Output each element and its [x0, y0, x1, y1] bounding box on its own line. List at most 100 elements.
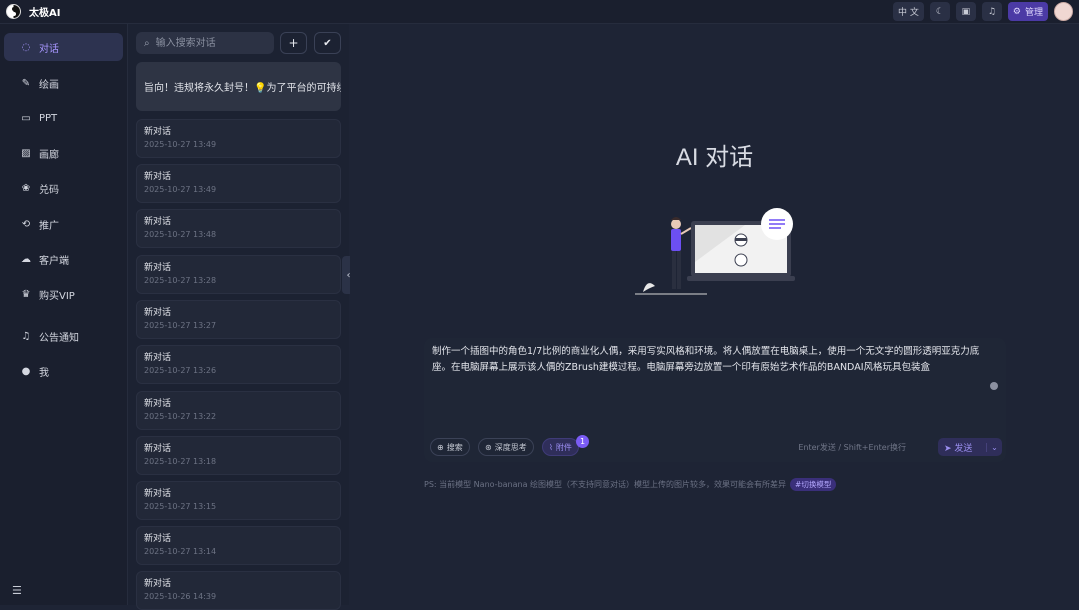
chat-icon: ◌: [21, 41, 31, 53]
list-item[interactable]: 新对话 2025-10-27 13:28: [136, 255, 341, 294]
sidebar-item-label: 购买VIP: [39, 290, 75, 302]
conversation-title: 新对话: [144, 217, 172, 227]
send-icon: ➤: [944, 443, 952, 454]
list-item[interactable]: 新对话 2025-10-27 13:49: [136, 164, 341, 203]
dark-mode-button[interactable]: ☾: [929, 2, 950, 21]
sidebar-nav: ◌ 对话 ✎ 绘画 ▭ PPT ▨ 画廊 ❀ 兑码 ⟲ 推广 ☁ 客户端 ♛ 购…: [0, 24, 128, 605]
conversation-date: 2025-10-27 13:18: [144, 457, 217, 466]
brand[interactable]: 太极AI: [0, 4, 60, 19]
list-item[interactable]: 新对话 2025-10-27 13:14: [136, 526, 341, 565]
conversation-title: 新对话: [144, 489, 172, 499]
sidebar-item-label: 对话: [39, 43, 59, 55]
attachment-label: 附件: [555, 442, 572, 452]
clear-icon[interactable]: [990, 382, 998, 390]
translate-button[interactable]: 中 文: [893, 2, 924, 21]
admin-label: 管理: [1024, 8, 1043, 18]
keyboard-hint: Enter发送 / Shift+Enter换行: [798, 443, 906, 452]
sidebar-item-me[interactable]: ● 我: [4, 357, 123, 385]
search-icon: ⌕: [144, 37, 150, 49]
sidebar-item-announcement[interactable]: ♫ 公告通知: [4, 322, 123, 350]
list-item[interactable]: 新对话 2025-10-26 14:39: [136, 571, 341, 610]
send-label: ➤ 发送: [938, 441, 986, 454]
conversation-date: 2025-10-27 13:48: [144, 230, 217, 239]
sidebar-item-ppt[interactable]: ▭ PPT: [4, 104, 123, 132]
conversation-title: 新对话: [144, 172, 172, 182]
gift-button[interactable]: ▣: [955, 2, 976, 21]
list-item[interactable]: 新对话 2025-10-27 13:27: [136, 300, 341, 339]
conversation-date: 2025-10-27 13:26: [144, 366, 217, 375]
notification-button[interactable]: ♫: [981, 2, 1002, 21]
globe-icon: ⊕: [437, 442, 444, 452]
conversation-date: 2025-10-27 13:14: [144, 547, 217, 556]
switch-model-link[interactable]: #切换模型: [790, 478, 837, 491]
model-footnote: PS: 当前模型 Nano-banana 绘图模型（不支持同意对话）模型上传的图…: [424, 478, 837, 491]
notice-banner: 旨向！违规将永久封号！💡为了平台的可持续: [136, 62, 341, 111]
sidebar-item-promote[interactable]: ⟲ 推广: [4, 210, 123, 238]
conversation-title: 新对话: [144, 444, 172, 454]
prompt-input-box[interactable]: 制作一个插图中的角色1/7比例的商业化人偶，采用写实风格和环境。将人偶放置在电脑…: [424, 338, 1006, 462]
chevron-down-icon[interactable]: ⌄: [986, 442, 1002, 452]
bell-icon: ♫: [21, 330, 31, 342]
gift-icon: ❀: [21, 182, 31, 194]
conversation-date: 2025-10-27 13:28: [144, 276, 217, 285]
sidebar-item-draw[interactable]: ✎ 绘画: [4, 69, 123, 97]
brain-icon: ⊛: [485, 442, 492, 452]
new-conversation-button[interactable]: +: [280, 32, 307, 54]
select-conversations-button[interactable]: ✔: [314, 32, 341, 54]
sidebar-item-label: 公告通知: [39, 332, 79, 344]
moon-icon: ☾: [935, 6, 944, 17]
cloud-icon: ☁: [21, 253, 31, 265]
list-item[interactable]: 新对话 2025-10-27 13:48: [136, 209, 341, 248]
prompt-textarea[interactable]: 制作一个插图中的角色1/7比例的商业化人偶，采用写实风格和环境。将人偶放置在电脑…: [432, 344, 988, 376]
footnote-text: PS: 当前模型 Nano-banana 绘图模型（不支持同意对话）模型上传的图…: [424, 480, 787, 489]
sidebar-item-label: 兑码: [39, 184, 59, 196]
plus-icon: +: [288, 36, 299, 50]
sidebar-item-redeem[interactable]: ❀ 兑码: [4, 174, 123, 202]
sidebar-item-chat[interactable]: ◌ 对话: [4, 33, 123, 61]
list-item[interactable]: 新对话 2025-10-27 13:15: [136, 481, 341, 520]
send-button[interactable]: ➤ 发送 ⌄: [938, 438, 1002, 456]
conversation-title: 新对话: [144, 534, 172, 544]
ppt-icon: ▭: [21, 112, 31, 124]
search-toggle-label: 搜索: [446, 442, 463, 452]
bell-icon: ♫: [987, 6, 996, 17]
admin-button[interactable]: ⚙ 管理: [1007, 2, 1048, 21]
brush-icon: ✎: [21, 77, 31, 89]
conversation-title: 新对话: [144, 579, 172, 589]
conversation-title: 新对话: [144, 127, 172, 137]
sidebar-item-client[interactable]: ☁ 客户端: [4, 245, 123, 273]
conversation-panel: ⌕ + ✔ 旨向！违规将永久封号！💡为了平台的可持续 新对话 2025-10-2…: [128, 24, 349, 610]
main-area: AI 对话 制作一个插图中的角色1/7比例的商业化人偶，采用写实风格和环境。将人…: [350, 24, 1079, 605]
sidebar-item-gallery[interactable]: ▨ 画廊: [4, 139, 123, 167]
deep-think-toggle-button[interactable]: ⊛ 深度思考: [478, 438, 534, 456]
search-input[interactable]: [153, 36, 264, 50]
conversation-date: 2025-10-27 13:22: [144, 412, 217, 421]
list-item[interactable]: 新对话 2025-10-27 13:49: [136, 119, 341, 158]
sidebar-item-label: PPT: [39, 112, 58, 124]
conversation-date: 2025-10-26 14:39: [144, 592, 217, 601]
conversation-title: 新对话: [144, 263, 172, 273]
search-toggle-button[interactable]: ⊕ 搜索: [430, 438, 470, 456]
avatar[interactable]: [1054, 2, 1073, 21]
conversation-title: 新对话: [144, 399, 172, 409]
translate-label: 中 文: [898, 8, 919, 18]
top-bar: 太极AI 中 文 ☾ ▣ ♫ ⚙ 管理: [0, 0, 1079, 24]
conversation-title: 新对话: [144, 353, 172, 363]
list-item[interactable]: 新对话 2025-10-27 13:18: [136, 436, 341, 475]
sidebar-item-label: 推广: [39, 220, 59, 232]
double-check-icon: ✔: [323, 37, 332, 49]
conversation-date: 2025-10-27 13:15: [144, 502, 217, 511]
admin-icon: ⚙: [1012, 6, 1021, 17]
list-item[interactable]: 新对话 2025-10-27 13:26: [136, 345, 341, 384]
conversation-date: 2025-10-27 13:27: [144, 321, 217, 330]
conversation-date: 2025-10-27 13:49: [144, 185, 217, 194]
search-box[interactable]: ⌕: [136, 32, 274, 54]
attachment-button[interactable]: ⌇ 附件: [542, 438, 579, 456]
gallery-icon: ▨: [21, 147, 31, 159]
page-title: AI 对话: [675, 144, 754, 171]
sidebar-item-vip[interactable]: ♛ 购买VIP: [4, 280, 123, 308]
paperclip-icon: ⌇: [549, 442, 553, 452]
sidebar-item-label: 我: [39, 367, 49, 379]
list-item[interactable]: 新对话 2025-10-27 13:22: [136, 391, 341, 430]
menu-collapse-icon[interactable]: ☰: [12, 584, 22, 597]
